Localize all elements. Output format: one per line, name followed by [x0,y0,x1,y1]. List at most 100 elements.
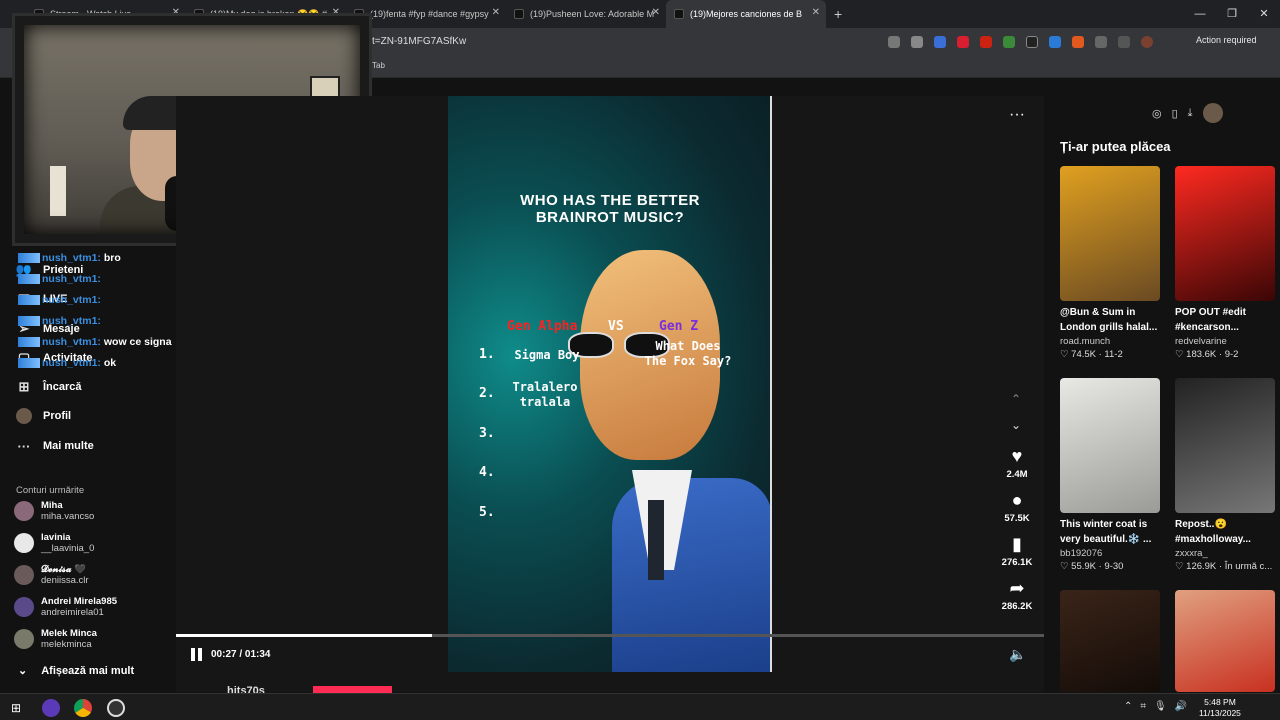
video-time: 00:27 / 01:34 [211,649,271,660]
window-controls: — ❐ ✕ [1184,0,1280,28]
network-icon[interactable]: ⌗ [1140,701,1146,712]
account-name: lavinia [41,532,71,543]
sidebar-item-label: Încarcă [43,381,82,393]
account-handle: deniissa.clr [41,575,89,586]
card-stats: ♡ 55.9K · 9-30 [1060,561,1124,572]
chat-badge-icon [18,274,40,285]
discord-icon[interactable] [42,699,60,717]
card-stats: ♡ 126.9K · În urmă c... [1175,561,1273,572]
chevron-down-icon[interactable]: ⌄ [1011,418,1021,432]
tab-favicon-icon [674,9,684,19]
extension-icon[interactable] [980,36,992,48]
more-icon: ··· [17,438,31,454]
pause-button[interactable] [190,648,204,661]
close-window-icon[interactable]: ✕ [1248,0,1280,28]
clock[interactable]: 5:48 PM 11/13/2025 [1199,697,1241,719]
chat-badge-icon [18,295,40,306]
alpha-answer: Sigma Boy [514,348,580,362]
suggested-video-card[interactable] [1175,590,1276,692]
close-tab-icon[interactable]: ✕ [812,7,820,18]
video-title-overlay: WHO HAS THE BETTER BRAINROT MUSIC? [520,192,700,226]
device-icon[interactable]: ▯ [1172,107,1178,120]
volume-icon[interactable]: 🔈 [1009,646,1026,663]
download-icon[interactable]: ⤓ [1188,107,1193,120]
bookmark-star-icon[interactable] [911,36,923,48]
card-stats: ♡ 74.5K · 11-2 [1060,349,1123,360]
figure-suit [612,478,772,672]
account-handle: __laavinia_0 [41,543,95,554]
extension-icon[interactable] [1072,36,1084,48]
extension-icon[interactable] [1049,36,1061,48]
install-app-icon[interactable] [888,36,900,48]
chevron-up-icon[interactable]: ⌃ [1124,701,1132,712]
bookmark-icon: ▮ [1012,534,1022,554]
rank-number: 4. [479,465,495,480]
obs-icon[interactable] [107,699,125,717]
extension-icon[interactable] [1003,36,1015,48]
extensions-puzzle-icon[interactable] [1095,36,1107,48]
speaker-icon[interactable]: 🔊 [1175,701,1187,712]
close-tab-icon[interactable]: ✕ [652,7,660,18]
coin-icon[interactable]: ◎ [1152,107,1162,120]
suggested-video-card[interactable]: This winter coat is very beautiful.❄️ ..… [1060,378,1161,572]
action-required-button[interactable]: Action required [1196,35,1257,45]
windows-start-icon[interactable]: ⊞ [11,701,21,715]
avatar [14,629,34,649]
show-more-button[interactable]: ⌄ Afișează mai mult [18,664,134,677]
avatar [14,565,34,585]
browser-tab[interactable]: (19)Pusheen Love: Adorable M ✕ [506,0,666,28]
extension-icon[interactable] [1026,36,1038,48]
share-button[interactable]: ➦ 286.2K [997,578,1037,612]
tab-title: (19)fenta #fyp #dance #gypsy [370,9,489,19]
bookmark-item[interactable]: Tab [372,61,385,70]
following-account[interactable]: 𝓓𝓮𝓷𝓲𝓼𝓪 🖤 deniissa.clr [14,564,89,586]
sidebar-item-upload[interactable]: ⊞ Încarcă [16,379,82,395]
like-count: 2.4M [1006,469,1028,480]
browser-tab-active[interactable]: (19)Mejores canciones de B ✕ [666,0,826,28]
media-control-icon[interactable] [1118,36,1130,48]
restore-icon[interactable]: ❐ [1216,0,1248,28]
account-name: 𝓓𝓮𝓷𝓲𝓼𝓪 🖤 [41,564,87,575]
following-account[interactable]: Andrei Mirela985 andreimirela01 [14,596,117,618]
extension-icons [888,36,1153,48]
mic-icon[interactable]: 🎙 [1154,701,1167,712]
following-account[interactable]: Miha miha.vancso [14,500,94,522]
chrome-icon[interactable] [74,699,92,717]
comment-button[interactable]: ● 57.5K [997,490,1037,524]
sidebar-item-more[interactable]: ··· Mai multe [16,438,94,454]
avatar [14,533,34,553]
share-icon: ➦ [1009,578,1025,598]
suggested-video-card[interactable]: POP OUT #edit #kencarson... redvelvarine ♡… [1175,166,1276,360]
following-account[interactable]: lavinia __laavinia_0 [14,532,94,554]
progress-fill [176,634,433,637]
more-options-icon[interactable]: ··· [1009,106,1025,124]
url-field[interactable]: t=ZN-91MFG7ASfKw [372,33,877,51]
avatar [14,501,34,521]
video-thumbnail [1060,378,1160,513]
following-account[interactable]: Melek Minca melekminca [14,628,97,650]
save-button[interactable]: ▮ 276.1K [997,534,1037,568]
z-answer: What Does The Fox Say? [644,339,732,368]
suggested-video-card[interactable]: @Bun & Sum in London grills halal... road… [1060,166,1161,360]
profile-avatar-icon[interactable] [1141,36,1153,48]
top-right-icons: ◎ ▯ ⤓ [1152,103,1223,123]
save-count: 276.1K [1001,557,1033,568]
card-author: road.munch [1060,336,1111,347]
video-thumbnail [1175,590,1275,692]
chevron-up-icon[interactable]: ⌃ [1011,392,1021,406]
suggested-video-card[interactable] [1060,590,1161,692]
new-tab-icon[interactable]: + [834,6,842,22]
video-progress-bar[interactable] [176,634,1044,637]
card-author: bb192076 [1060,548,1103,559]
profile-icon [16,408,32,424]
extension-icon[interactable] [934,36,946,48]
like-button[interactable]: ♥ 2.4M [997,446,1037,480]
chat-badge-icon [18,358,40,369]
user-avatar[interactable] [1202,103,1223,123]
close-tab-icon[interactable]: ✕ [492,7,500,18]
video-thumbnail [1175,166,1275,301]
sidebar-item-profile[interactable]: Profil [16,408,71,424]
suggested-video-card[interactable]: Repost..😮 #maxholloway... zxxxra_ ♡ 126.9K… [1175,378,1276,572]
minimize-icon[interactable]: — [1184,0,1216,28]
extension-icon[interactable] [957,36,969,48]
